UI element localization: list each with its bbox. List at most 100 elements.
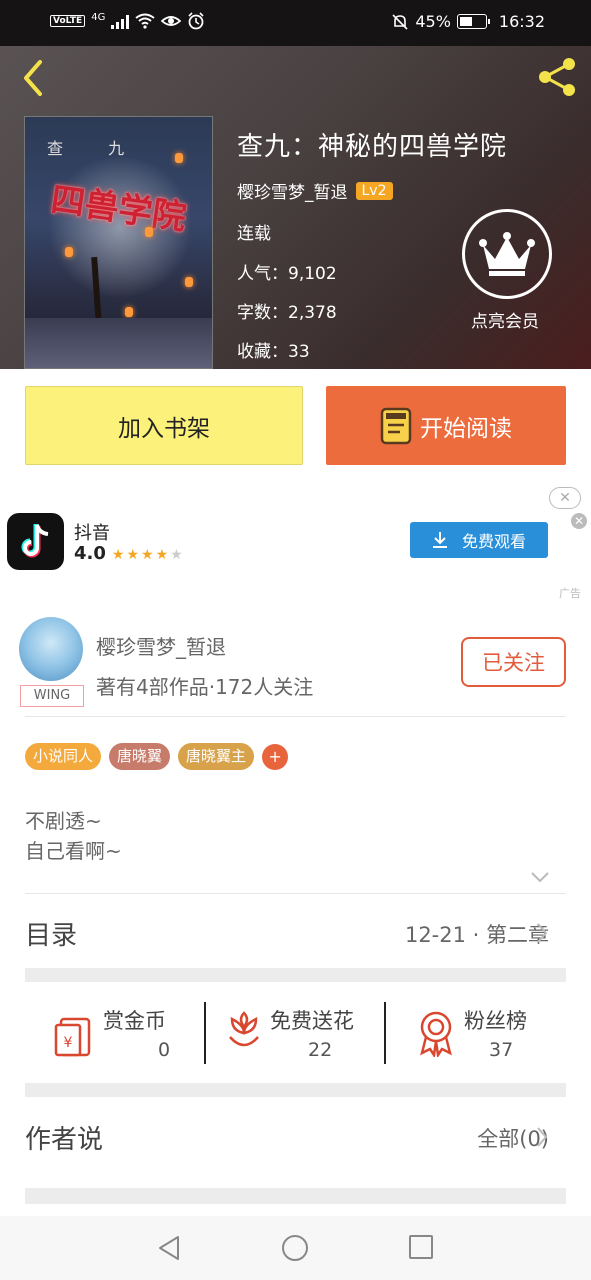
crown-icon (462, 209, 552, 299)
stat-label: 免费送花 (270, 1009, 354, 1033)
battery-icon (456, 14, 490, 29)
section-separator (25, 1083, 566, 1097)
stat-value: 22 (308, 1039, 333, 1061)
free-flower-button[interactable]: 免费送花 22 (222, 999, 382, 1069)
system-nav-bar (0, 1216, 591, 1280)
signal-icon (111, 13, 130, 29)
download-icon (432, 532, 447, 548)
book-header: 查 九 四兽学院 查九：神秘的四兽学院 樱珍雪梦_暂退 Lv2 连载 人气：9,… (0, 46, 591, 369)
lantern (175, 153, 183, 163)
chevron-left-icon[interactable] (18, 58, 48, 98)
tag-chip[interactable]: 小说同人 (25, 743, 102, 770)
battery-percent: 45% (415, 12, 451, 31)
share-icon[interactable] (535, 54, 581, 100)
star-rating: ★ ★ ★ ★ ★ (112, 543, 185, 564)
wing-badge: WING (20, 685, 84, 707)
author-card-name[interactable]: 樱珍雪梦_暂退 (96, 631, 226, 660)
description-line: 自己看啊~ (25, 839, 122, 863)
alarm-icon (188, 12, 204, 30)
status-left: VoLTE 4G (50, 12, 205, 30)
divider (25, 893, 566, 894)
reward-coin-button[interactable]: ¥ 赏金币 0 (51, 999, 211, 1069)
tag-chip[interactable]: 唐晓翼主 (178, 743, 255, 770)
mute-bell-icon (392, 13, 408, 30)
divider (204, 1002, 206, 1064)
ad-watch-button[interactable]: 免费观看 (410, 522, 548, 558)
chevron-down-icon[interactable] (530, 870, 550, 884)
ad-rating-value: 4.0 (74, 543, 106, 564)
description-line: 不剧透~ (25, 809, 102, 833)
ad-banner[interactable]: ✕ ✕ 抖音 4.0 ★ ★ ★ ★ ★ 免费观看 广告 (0, 483, 591, 607)
star-icon: ★ (141, 547, 154, 563)
section-separator (25, 1188, 566, 1204)
tag-list: 小说同人 唐晓翼 唐晓翼主 + (25, 743, 289, 770)
section-separator (25, 968, 566, 982)
lantern (125, 307, 133, 317)
tag-chip[interactable]: 唐晓翼 (109, 743, 171, 770)
book-icon (380, 407, 412, 444)
author-works: 著有4部作品·172人关注 (96, 675, 314, 699)
red-envelope-icon: ¥ (54, 1017, 91, 1057)
clock-time: 16:32 (498, 12, 545, 31)
add-tag-button[interactable]: + (262, 743, 289, 770)
star-icon: ★ (155, 547, 169, 563)
lantern (65, 247, 73, 257)
serial-status: 连载 (237, 224, 271, 244)
recents-square-icon[interactable] (408, 1234, 434, 1260)
favorites-count: 收藏：33 (237, 342, 310, 362)
home-circle-icon[interactable] (281, 1234, 309, 1262)
ad-watch-label: 免费观看 (461, 532, 526, 551)
star-icon: ★ (170, 547, 183, 563)
toc-label[interactable]: 目录 (25, 915, 77, 952)
status-bar: VoLTE 4G 45% 16:32 (0, 0, 591, 46)
start-reading-button[interactable]: 开始阅读 (326, 386, 566, 465)
book-description: 不剧透~ 自己看啊~ (25, 806, 122, 866)
status-right: 45% 16:32 (391, 12, 545, 31)
popularity: 人气：9,102 (237, 264, 337, 284)
author-name[interactable]: 樱珍雪梦_暂退 (237, 178, 348, 203)
divider (384, 1002, 386, 1064)
cover-ground (25, 318, 212, 368)
vip-button[interactable]: 点亮会员 (462, 209, 554, 332)
close-icon[interactable]: ✕ (571, 513, 587, 529)
lantern (185, 277, 193, 287)
level-badge: Lv2 (355, 181, 393, 200)
back-triangle-icon[interactable] (156, 1234, 182, 1262)
follow-button[interactable]: 已关注 (461, 637, 566, 687)
close-icon[interactable]: ✕ (549, 487, 581, 509)
word-count: 字数：2,378 (237, 303, 337, 323)
star-icon: ★ (111, 547, 125, 563)
fan-rank-button[interactable]: 粉丝榜 37 (414, 999, 564, 1069)
chevron-right-icon[interactable] (535, 921, 549, 945)
ad-rating: 4.0 ★ ★ ★ ★ ★ (74, 543, 185, 564)
svg-text:¥: ¥ (64, 1035, 73, 1051)
wifi-icon (135, 13, 155, 29)
star-icon: ★ (126, 547, 140, 563)
author-say-label[interactable]: 作者说 (25, 1119, 103, 1156)
flower-icon (229, 1011, 259, 1047)
avatar[interactable] (19, 617, 83, 681)
start-reading-label: 开始阅读 (420, 415, 512, 442)
volte-icon: VoLTE (50, 15, 86, 27)
ad-app-name: 抖音 (74, 523, 110, 544)
book-cover: 查 九 四兽学院 (24, 116, 213, 369)
tiktok-icon[interactable] (7, 513, 64, 570)
vip-label: 点亮会员 (471, 312, 539, 332)
chevron-right-icon[interactable] (535, 1125, 549, 1149)
divider (25, 716, 566, 717)
eye-icon (161, 16, 182, 26)
medal-icon (420, 1011, 452, 1057)
ad-tag: 广告 (559, 587, 581, 600)
stat-value: 0 (158, 1039, 171, 1061)
add-shelf-button[interactable]: 加入书架 (25, 386, 303, 465)
author-row[interactable]: 樱珍雪梦_暂退 Lv2 (237, 178, 393, 203)
stat-label: 赏金币 (103, 1009, 166, 1033)
network-type: 4G (91, 11, 106, 23)
stat-label: 粉丝榜 (464, 1009, 527, 1033)
book-title: 查九：神秘的四兽学院 (237, 132, 508, 162)
toc-latest-chapter[interactable]: 12-21 · 第二章 (405, 919, 549, 949)
cover-author: 查 九 (47, 139, 145, 158)
stats-row: ¥ 赏金币 0 免费送花 22 粉丝榜 37 (25, 999, 566, 1069)
lantern (145, 227, 153, 237)
stat-value: 37 (489, 1039, 514, 1061)
